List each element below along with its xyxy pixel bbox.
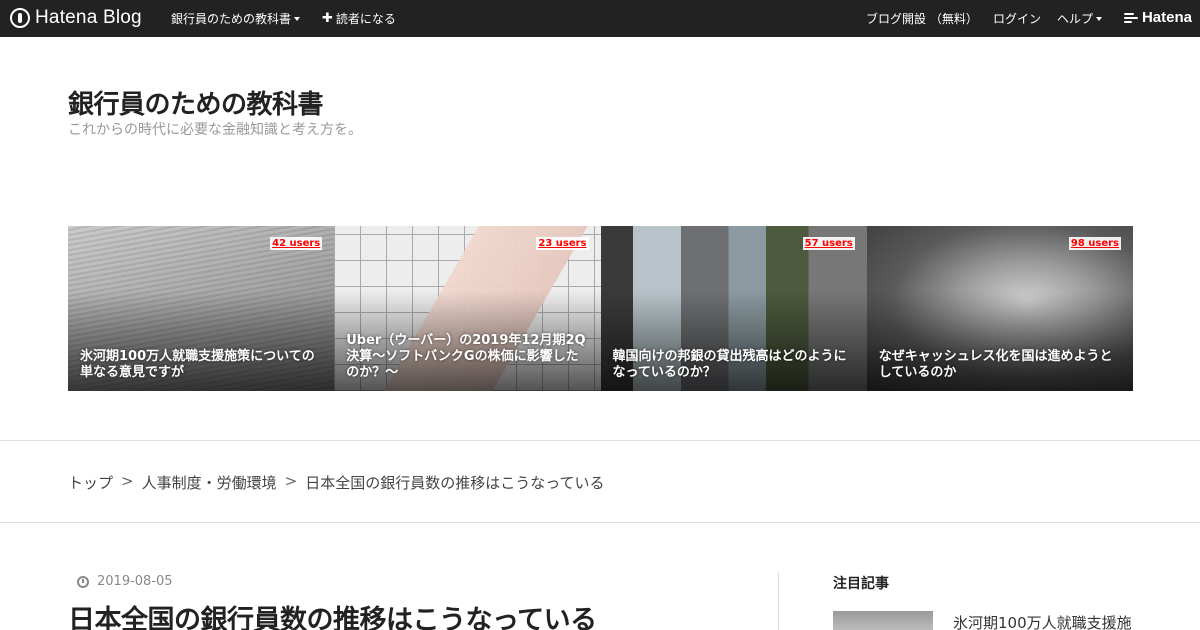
- caret-down-icon: [1096, 16, 1103, 21]
- hatena-brand-link[interactable]: Hatena: [1123, 9, 1192, 26]
- divider: [0, 440, 1200, 441]
- logo-text: Hatena Blog: [35, 7, 142, 28]
- breadcrumb: トップ > 人事制度・労働環境 > 日本全国の銀行員数の推移はこうなっている: [68, 472, 604, 493]
- caret-down-icon: [294, 16, 301, 21]
- blog-title[interactable]: 銀行員のための教科書: [68, 84, 324, 121]
- hatena-brand-icon: [1123, 12, 1138, 24]
- sidebar-item-title[interactable]: 氷河期100万人就職支援施: [953, 612, 1132, 630]
- sidebar-item-thumbnail[interactable]: [833, 611, 933, 630]
- breadcrumb-item-current: 日本全国の銀行員数の推移はこうなっている: [305, 474, 605, 492]
- users-badge[interactable]: 98 users: [1068, 237, 1121, 250]
- login-label: ログイン: [993, 12, 1042, 26]
- column-divider: [778, 572, 779, 630]
- featured-card[interactable]: 42 users 氷河期100万人就職支援施策についての単なる意見ですが: [68, 226, 335, 391]
- featured-card[interactable]: 57 users 韓国向けの邦銀の貸出残高はどのようになっているのか？: [600, 226, 867, 391]
- featured-card[interactable]: 98 users なぜキャッシュレス化を国は進めようとしているのか: [866, 226, 1133, 391]
- entry-date[interactable]: 2019-08-05: [77, 574, 173, 589]
- users-badge[interactable]: 57 users: [802, 237, 855, 250]
- start-blog-link[interactable]: ブログ開設 （無料）: [866, 0, 978, 37]
- help-dropdown[interactable]: ヘルプ: [1057, 0, 1103, 37]
- start-blog-label: ブログ開設 （無料）: [866, 12, 978, 26]
- users-badge[interactable]: 23 users: [536, 237, 589, 250]
- hatena-blog-logo[interactable]: Hatena Blog: [10, 7, 142, 29]
- featured-entries: 42 users 氷河期100万人就職支援施策についての単なる意見ですが 23 …: [68, 226, 1133, 391]
- global-header: Hatena Blog 銀行員のための教科書 ✚ 読者になる ブログ開設 （無料…: [0, 0, 1200, 37]
- card-title: なぜキャッシュレス化を国は進めようとしているのか: [878, 349, 1113, 380]
- breadcrumb-item-category[interactable]: 人事制度・労働環境: [142, 472, 277, 493]
- help-label: ヘルプ: [1057, 12, 1094, 26]
- breadcrumb-separator: >: [121, 472, 134, 490]
- blog-description: これからの時代に必要な金融知識と考え方を。: [68, 122, 362, 138]
- users-badge[interactable]: 42 users: [270, 237, 323, 250]
- blog-menu-dropdown[interactable]: 銀行員のための教科書: [171, 0, 301, 37]
- featured-card[interactable]: 23 users Uber（ウーバー）の2019年12月期2Q決算～ソフトバンク…: [334, 226, 601, 391]
- subscribe-label: 読者になる: [335, 12, 396, 26]
- brand-label: Hatena: [1141, 9, 1192, 26]
- card-title: 氷河期100万人就職支援施策についての単なる意見ですが: [80, 349, 315, 380]
- sidebar-heading: 注目記事: [833, 576, 889, 592]
- article-title[interactable]: 日本全国の銀行員数の推移はこうなっている: [68, 598, 597, 630]
- login-link[interactable]: ログイン: [993, 0, 1041, 37]
- breadcrumb-item-top[interactable]: トップ: [68, 472, 113, 493]
- card-title: Uber（ウーバー）の2019年12月期2Q決算～ソフトバンクGの株価に影響した…: [346, 333, 586, 380]
- breadcrumb-separator: >: [284, 472, 298, 490]
- card-title: 韓国向けの邦銀の貸出残高はどのようになっているのか？: [612, 349, 847, 380]
- hatena-blog-logo-icon: [10, 8, 30, 28]
- plus-icon: ✚: [322, 11, 333, 26]
- entry-date-text: 2019-08-05: [97, 574, 173, 589]
- blog-menu-label: 銀行員のための教科書: [171, 12, 292, 26]
- clock-icon: [77, 575, 89, 588]
- subscribe-button[interactable]: ✚ 読者になる: [322, 0, 396, 37]
- divider: [0, 522, 1200, 523]
